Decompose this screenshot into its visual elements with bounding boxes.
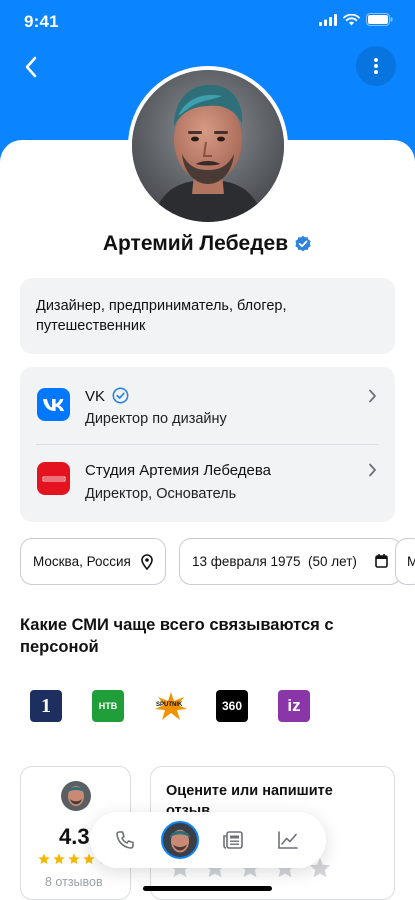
rating-value: 4.3 bbox=[59, 824, 90, 849]
location-chip[interactable]: Москва, Россия bbox=[20, 538, 166, 585]
location-text: Москва, Россия bbox=[33, 554, 131, 569]
star-icon bbox=[53, 853, 65, 864]
work-item-studio[interactable]: Студия Артемия Лебедева Директор, Основа… bbox=[20, 445, 395, 519]
cellular-signal-icon bbox=[319, 13, 337, 26]
bottom-nav bbox=[90, 812, 326, 868]
calendar-icon bbox=[375, 554, 388, 568]
status-bar: 9:41 bbox=[0, 0, 415, 44]
360-logo[interactable]: 360 bbox=[216, 690, 248, 722]
extra-chip[interactable]: М bbox=[395, 538, 415, 585]
star-icon bbox=[83, 853, 95, 864]
back-button[interactable] bbox=[14, 50, 48, 84]
bio-card: Дизайнер, предприниматель, блогер, путеш… bbox=[20, 278, 395, 354]
ntv-label: НТВ bbox=[98, 701, 118, 711]
nav-phone[interactable] bbox=[107, 822, 143, 858]
verified-badge-icon bbox=[295, 235, 311, 252]
location-pin-icon bbox=[141, 554, 153, 570]
bio-text: Дизайнер, предприниматель, блогер, путеш… bbox=[36, 298, 287, 334]
work-item-vk[interactable]: VK Директор по дизайну bbox=[20, 367, 395, 441]
status-time: 9:41 bbox=[24, 12, 59, 31]
first-channel-label: 1 bbox=[41, 694, 51, 717]
izvestia-label: iz bbox=[287, 696, 301, 715]
sputnik-label: SPUTNIK bbox=[156, 702, 183, 708]
work-role: Директор, Основатель bbox=[85, 486, 237, 502]
more-options-button[interactable] bbox=[356, 46, 396, 86]
media-section-title: Какие СМИ чаще всего связываются с персо… bbox=[20, 616, 334, 656]
verified-badge-icon bbox=[112, 387, 129, 404]
work-company: VK bbox=[85, 388, 106, 405]
sputnik-logo[interactable]: SPUTNIK bbox=[154, 690, 188, 722]
chevron-right-icon bbox=[369, 463, 376, 477]
360-label: 360 bbox=[221, 699, 243, 713]
nav-avatar[interactable] bbox=[161, 821, 199, 859]
star-icon bbox=[38, 853, 50, 864]
chevron-right-icon bbox=[369, 389, 376, 403]
star-icon bbox=[68, 853, 80, 864]
reviews-count: 8 отзывов bbox=[45, 875, 103, 889]
home-indicator[interactable] bbox=[143, 886, 272, 891]
first-channel-logo[interactable]: 1 bbox=[30, 690, 62, 722]
phone-icon bbox=[116, 831, 134, 849]
more-vertical-icon bbox=[374, 58, 378, 74]
rating-avatar bbox=[61, 781, 91, 811]
info-chips: Москва, Россия 13 февраля 1975 (50 лет) … bbox=[20, 538, 415, 586]
work-role: Директор по дизайну bbox=[85, 411, 227, 427]
avatar-photo bbox=[132, 70, 284, 222]
chart-icon bbox=[278, 831, 298, 849]
ntv-logo[interactable]: НТВ bbox=[92, 690, 124, 722]
wifi-icon bbox=[343, 13, 360, 25]
studio-logo-icon bbox=[37, 462, 70, 495]
avatar bbox=[169, 829, 191, 853]
birthdate-text: 13 февраля 1975 (50 лет) bbox=[192, 554, 357, 569]
birthdate-chip[interactable]: 13 февраля 1975 (50 лет) bbox=[179, 538, 402, 585]
nav-stats[interactable] bbox=[270, 822, 306, 858]
work-card: VK Директор по дизайну Студия Артемия Ле… bbox=[20, 367, 395, 522]
profile-avatar bbox=[128, 66, 288, 226]
news-icon bbox=[223, 831, 243, 849]
izvestia-logo[interactable]: iz bbox=[278, 690, 310, 722]
battery-icon bbox=[366, 13, 393, 26]
vk-logo-icon bbox=[37, 388, 70, 421]
nav-news[interactable] bbox=[215, 822, 251, 858]
profile-name: Артемий Лебедев bbox=[102, 232, 289, 255]
extra-chip-text: М bbox=[407, 554, 415, 569]
profile-name-row: Артемий Лебедев bbox=[0, 232, 415, 256]
chevron-left-icon bbox=[25, 56, 37, 78]
status-icons bbox=[319, 13, 393, 26]
work-company: Студия Артемия Лебедева bbox=[85, 462, 272, 479]
